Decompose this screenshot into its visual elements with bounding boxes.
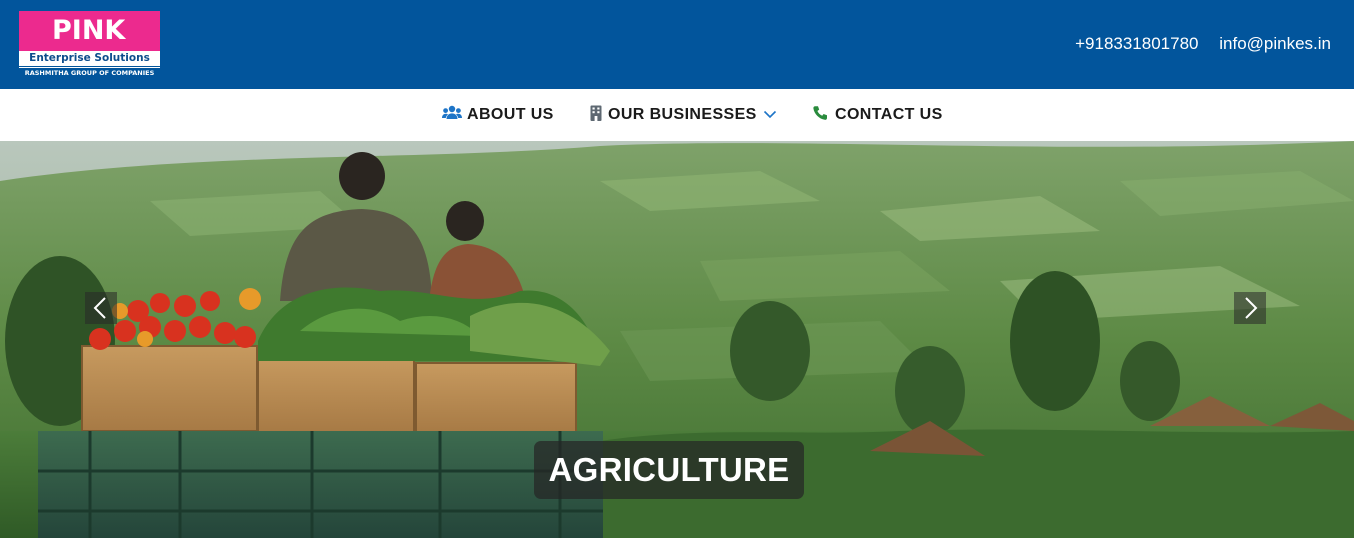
phone-link[interactable]: +918331801780 (1075, 34, 1198, 53)
nav-contact-us[interactable]: CONTACT US (812, 104, 943, 126)
email-link[interactable]: info@pinkes.in (1219, 34, 1331, 53)
chevron-left-icon (93, 297, 106, 319)
main-nav: ABOUT US OUR BUSINESSES CONTACT US (0, 89, 1354, 141)
logo-subtitle: Enterprise Solutions (19, 51, 160, 66)
chevron-down-icon[interactable] (763, 106, 777, 124)
hero-slider: AGRICULTURE (0, 141, 1354, 538)
slider-next-button[interactable] (1234, 292, 1266, 324)
nav-our-businesses-label: OUR BUSINESSES (608, 106, 757, 123)
company-logo[interactable]: PINK Enterprise Solutions RASHMITHA GROU… (19, 11, 161, 78)
phone-icon (812, 105, 830, 126)
users-icon (442, 105, 462, 126)
slider-prev-button[interactable] (85, 292, 117, 324)
nav-contact-us-label: CONTACT US (835, 106, 943, 123)
slide-caption: AGRICULTURE (534, 441, 804, 499)
logo-brand: PINK (19, 11, 160, 51)
top-header: PINK Enterprise Solutions RASHMITHA GROU… (0, 0, 1354, 89)
header-contact: +918331801780 info@pinkes.in (1075, 34, 1331, 54)
nav-about-us-label: ABOUT US (467, 106, 554, 123)
building-icon (589, 105, 603, 126)
nav-our-businesses[interactable]: OUR BUSINESSES (589, 104, 777, 126)
chevron-right-icon (1245, 297, 1258, 319)
nav-about-us[interactable]: ABOUT US (442, 104, 554, 126)
logo-group-name: RASHMITHA GROUP OF COMPANIES (24, 69, 155, 77)
logo-divider (19, 67, 160, 68)
